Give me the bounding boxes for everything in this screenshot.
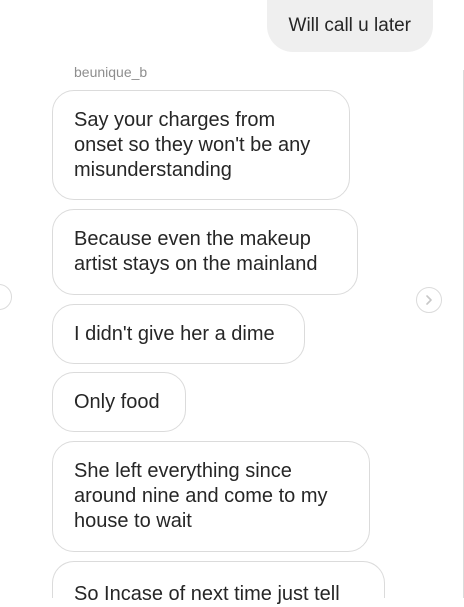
received-message-bubble[interactable]: She left everything since around nine an… bbox=[52, 441, 370, 552]
sent-message-bubble[interactable]: Will call u later bbox=[266, 0, 433, 52]
message-text: Say your charges from onset so they won'… bbox=[74, 108, 311, 181]
received-message-bubble[interactable]: Only food bbox=[52, 372, 186, 432]
previous-arrow-button[interactable] bbox=[0, 284, 12, 310]
chevron-right-icon bbox=[426, 295, 432, 305]
message-text: She left everything since around nine an… bbox=[74, 460, 328, 532]
sender-username[interactable]: beunique_b bbox=[74, 64, 147, 80]
message-text: Only food bbox=[74, 390, 160, 413]
message-text: So Incase of next time just tell bbox=[74, 583, 340, 605]
sent-message-text: Will call u later bbox=[288, 15, 411, 36]
next-arrow-button[interactable] bbox=[416, 287, 442, 313]
message-text: I didn't give her a dime bbox=[74, 322, 275, 345]
received-message-bubble[interactable]: I didn't give her a dime bbox=[52, 304, 305, 364]
message-thread: Will call u later beunique_b Say your ch… bbox=[0, 0, 464, 605]
message-text: Because even the makeup artist stays on … bbox=[74, 228, 318, 275]
received-message-bubble[interactable]: Say your charges from onset so they won'… bbox=[52, 90, 350, 200]
received-message-bubble[interactable]: Because even the makeup artist stays on … bbox=[52, 209, 358, 295]
received-message-bubble[interactable]: So Incase of next time just tell bbox=[52, 561, 385, 605]
